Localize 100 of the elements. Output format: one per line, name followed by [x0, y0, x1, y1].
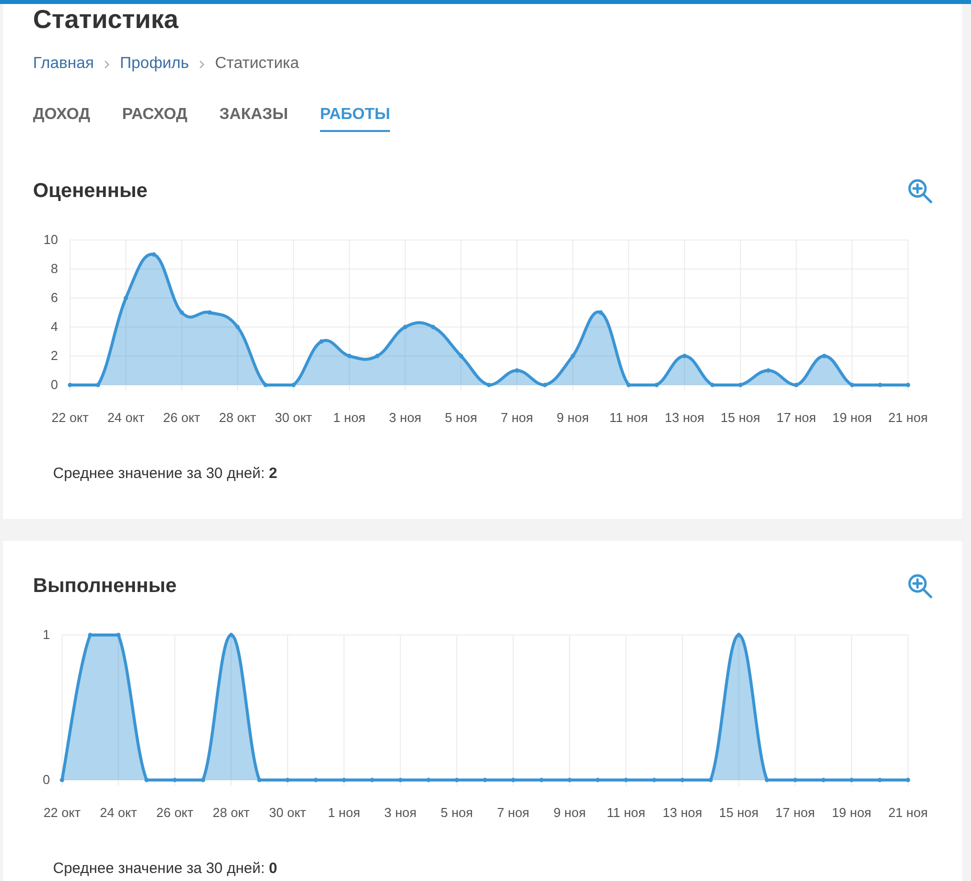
data-point — [314, 778, 318, 782]
x-axis-label: 19 ноя — [832, 410, 872, 425]
data-point — [96, 382, 100, 388]
data-point — [200, 778, 206, 782]
data-point — [263, 382, 268, 388]
data-point — [710, 382, 715, 388]
data-point — [319, 339, 324, 344]
x-axis-label: 7 ноя — [500, 410, 534, 425]
x-axis-label: 22 окт — [43, 805, 81, 820]
data-point — [144, 778, 149, 782]
page-title: Статистика — [33, 4, 180, 34]
data-point — [539, 778, 544, 782]
data-point — [906, 778, 910, 782]
average-text: Среднее значение за 30 дней: 0 — [53, 859, 278, 879]
section-title: Оцененные — [33, 180, 148, 202]
data-point — [849, 778, 854, 782]
y-axis-label: 0 — [50, 377, 58, 392]
data-point — [567, 778, 572, 782]
tab[interactable]: РАБОТЫ — [320, 104, 390, 132]
tab[interactable]: ЗАКАЗЫ — [219, 104, 288, 132]
x-axis-label: 15 ноя — [719, 805, 759, 820]
data-point — [511, 778, 516, 782]
data-point — [821, 778, 826, 782]
x-axis-label: 21 ноя — [888, 410, 928, 425]
data-point — [60, 778, 64, 782]
x-axis-label: 26 окт — [163, 410, 200, 425]
data-point — [794, 382, 798, 388]
data-point — [235, 324, 240, 330]
chevron-icon — [198, 60, 205, 68]
y-axis-label: 0 — [42, 772, 50, 787]
data-point — [257, 778, 262, 782]
data-point — [426, 778, 431, 782]
data-point — [822, 354, 826, 358]
x-axis-label: 28 окт — [219, 410, 256, 425]
data-point — [626, 382, 631, 388]
data-point — [88, 632, 92, 638]
x-axis-label: 30 окт — [269, 805, 306, 820]
x-axis-label: 5 ноя — [440, 805, 473, 820]
data-point — [682, 354, 687, 358]
x-axis-label: 21 ноя — [888, 805, 928, 820]
data-point — [291, 382, 296, 388]
data-point — [403, 324, 408, 330]
data-point — [624, 778, 628, 782]
x-axis-label: 9 ноя — [553, 805, 586, 820]
zoom-in-icon[interactable] — [907, 178, 933, 204]
y-axis-label: 8 — [50, 261, 58, 276]
zoom-in-icon[interactable] — [907, 573, 933, 599]
data-point — [708, 778, 713, 782]
x-axis-label: 5 ноя — [444, 410, 478, 425]
data-point — [229, 632, 234, 638]
y-axis-label: 1 — [42, 627, 50, 642]
section-title: Выполненные — [33, 574, 177, 598]
data-point — [430, 324, 436, 330]
data-point — [764, 778, 770, 782]
data-point — [596, 778, 600, 782]
x-axis-label: 13 ноя — [664, 410, 704, 425]
data-point — [68, 382, 72, 388]
tab[interactable]: РАСХОД — [122, 104, 188, 132]
data-point — [370, 778, 374, 782]
chevron-icon — [104, 60, 110, 68]
breadcrumb-link[interactable]: Главная — [33, 55, 94, 73]
data-point — [736, 632, 741, 638]
data-point — [454, 778, 459, 782]
x-axis-label: 1 ноя — [333, 410, 366, 425]
data-point — [598, 310, 603, 315]
x-axis-label: 15 ноя — [720, 410, 760, 425]
y-axis-label: 4 — [50, 319, 58, 334]
data-point — [793, 778, 798, 782]
x-axis-label: 13 ноя — [662, 805, 702, 820]
y-axis-label: 6 — [50, 290, 58, 305]
x-axis-label: 19 ноя — [832, 805, 872, 820]
data-point — [486, 382, 492, 388]
x-axis-label: 17 ноя — [776, 410, 816, 425]
data-point — [207, 310, 212, 315]
data-point — [285, 778, 290, 782]
breadcrumb-current: Статистика — [214, 55, 300, 73]
breadcrumb-link[interactable]: Профиль — [120, 55, 189, 73]
x-axis-label: 1 ноя — [328, 805, 360, 820]
data-point — [652, 778, 656, 782]
x-axis-label: 3 ноя — [389, 410, 422, 425]
data-point — [654, 382, 659, 388]
data-point — [850, 382, 854, 388]
data-point — [906, 382, 910, 388]
data-point — [738, 382, 743, 388]
data-point — [398, 778, 403, 782]
data-point — [878, 778, 882, 782]
x-axis-label: 28 окт — [212, 805, 250, 820]
data-point — [152, 252, 156, 257]
x-axis-label: 9 ноя — [556, 410, 589, 425]
x-axis-label: 17 ноя — [775, 805, 815, 820]
data-point — [116, 632, 121, 638]
data-point — [375, 354, 380, 358]
y-axis-label: 2 — [50, 348, 58, 363]
data-point — [347, 354, 352, 358]
tab[interactable]: ДОХОД — [33, 104, 90, 132]
x-axis-label: 7 ноя — [497, 805, 530, 820]
data-point — [570, 354, 575, 358]
data-point — [878, 382, 882, 388]
x-axis-label: 3 ноя — [384, 805, 417, 820]
y-axis-label: 10 — [44, 232, 58, 247]
